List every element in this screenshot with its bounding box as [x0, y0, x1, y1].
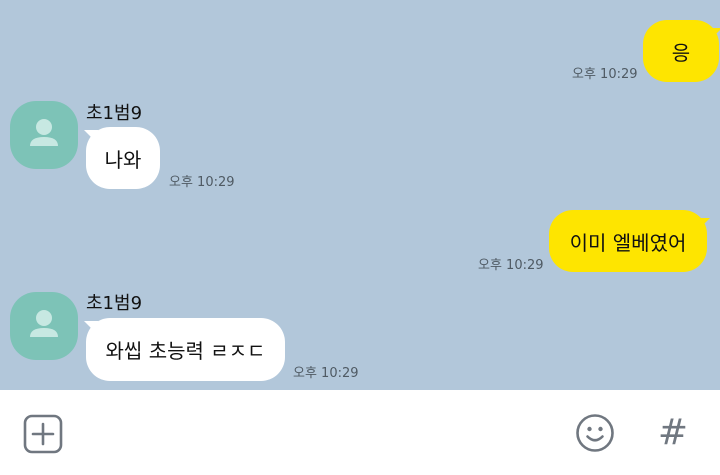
attach-button[interactable] — [22, 413, 64, 455]
incoming-message-bubble[interactable]: 와씹 초능력 ㄹㅈㄷ — [86, 318, 285, 381]
person-icon — [30, 310, 58, 337]
sender-name: 초1범9 — [86, 293, 143, 314]
outgoing-message-bubble[interactable]: 이미 엘베였어 — [549, 210, 707, 272]
message-timestamp: 오후 10:29 — [169, 175, 235, 190]
message-timestamp: 오후 10:29 — [572, 67, 638, 82]
avatar[interactable] — [10, 101, 78, 169]
message-text: 응 — [671, 40, 691, 65]
bubble-tail — [708, 28, 720, 42]
hashtag-icon[interactable]: # — [655, 412, 691, 454]
avatar[interactable] — [10, 292, 78, 360]
plus-square-icon — [23, 414, 63, 454]
message-text: 이미 엘베였어 — [569, 230, 687, 255]
sender-name: 초1범9 — [86, 103, 143, 124]
smiley-icon — [576, 414, 614, 452]
message-timestamp: 오후 10:29 — [293, 366, 359, 381]
message-timestamp: 오후 10:29 — [478, 258, 544, 273]
bubble-tail — [696, 218, 710, 232]
emoji-button[interactable] — [574, 412, 616, 454]
person-icon — [30, 119, 58, 146]
message-text: 와씹 초능력 ㄹㅈㄷ — [105, 339, 266, 363]
message-text: 나와 — [104, 147, 142, 172]
chat-message-area[interactable]: 응 오후 10:29 초1범9 나와 오후 10:29 이미 엘베였어 오후 1… — [0, 0, 720, 390]
incoming-message-bubble[interactable]: 나와 — [86, 127, 160, 189]
